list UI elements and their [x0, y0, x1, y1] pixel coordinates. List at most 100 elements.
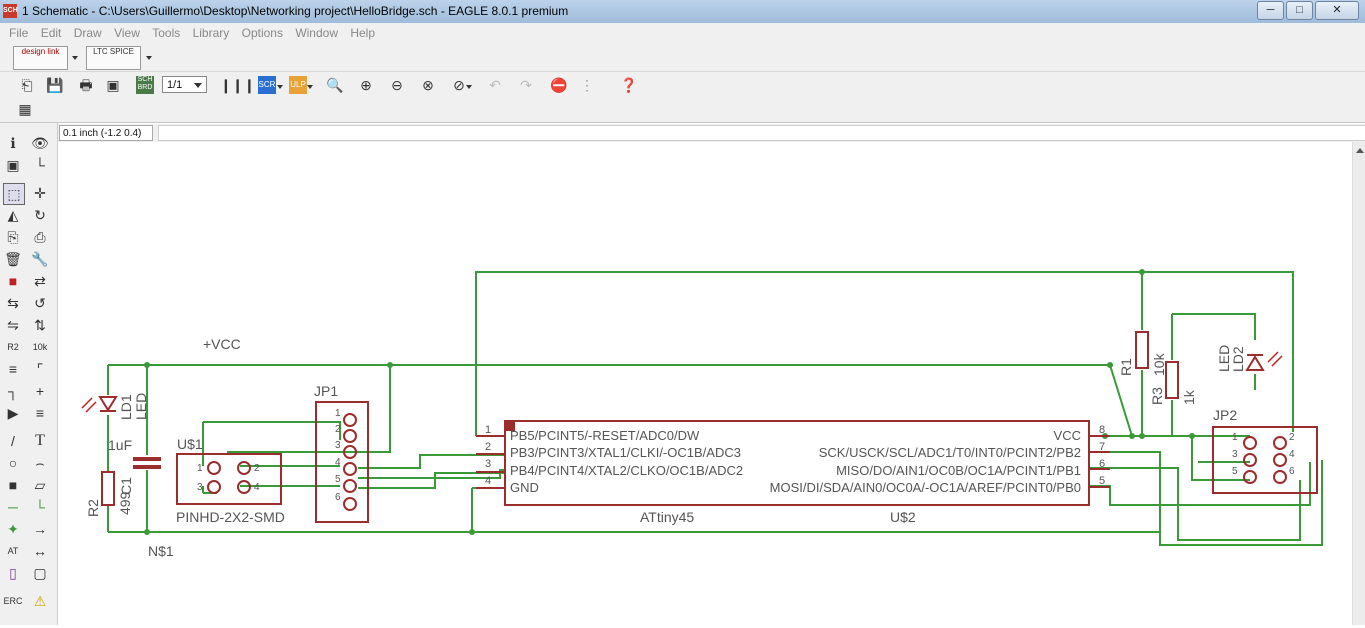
minimize-button[interactable]: ─	[1257, 1, 1284, 20]
capacitor-c1[interactable]: 1uF C1	[108, 437, 161, 495]
resistor-r1[interactable]: R1 10k	[1118, 331, 1167, 376]
vertical-scrollbar[interactable]	[1352, 142, 1365, 625]
pin-swap-icon[interactable]: ⇅	[30, 315, 50, 335]
maximize-button[interactable]: □	[1286, 1, 1313, 20]
bus-icon[interactable]: └	[30, 497, 50, 517]
line-icon[interactable]: /	[3, 431, 23, 451]
info-icon[interactable]: ℹ	[3, 133, 23, 153]
split-icon[interactable]: ⇆	[3, 293, 23, 313]
help-icon[interactable]: ❓	[620, 76, 638, 94]
erc-icon[interactable]: ERC	[3, 591, 23, 611]
menu-draw[interactable]: Draw	[65, 23, 102, 43]
designlink-button[interactable]: design link	[13, 46, 68, 70]
rect-icon[interactable]: ■	[3, 475, 23, 495]
polygon-icon[interactable]: ▱	[30, 475, 50, 495]
net-u1-to-vcc[interactable]	[227, 365, 391, 453]
split-wire-icon[interactable]: ┐	[3, 381, 23, 401]
mark-icon[interactable]: └	[30, 155, 50, 175]
select-icon[interactable]: ⬚	[3, 183, 25, 205]
add-part-icon[interactable]: ■	[3, 271, 23, 291]
schematic-drawing[interactable]: +VCC N$1 LD1 LED R2 499 1uF C1 U$1 1 3 2…	[58, 142, 1352, 625]
ulp-dropdown-icon[interactable]	[307, 85, 313, 89]
ripup-icon[interactable]: ≡	[30, 403, 50, 423]
value-icon[interactable]: 10k	[30, 337, 50, 357]
menu-help[interactable]: Help	[341, 23, 375, 43]
layers-icon[interactable]: ▣	[3, 155, 23, 175]
zoom-redraw-icon[interactable]: ⊗	[419, 76, 437, 94]
junction-icon[interactable]: ✦	[3, 519, 23, 539]
script-dropdown-icon[interactable]	[277, 85, 283, 89]
group-icon[interactable]: ▢	[30, 563, 50, 583]
wrench-icon[interactable]: 🔧	[30, 249, 50, 269]
net-jp2-5[interactable]	[1191, 436, 1250, 481]
name-icon[interactable]: R2	[3, 337, 23, 357]
optimize-icon[interactable]: +	[30, 381, 50, 401]
net-reset[interactable]	[475, 271, 1294, 436]
ltspice-dropdown-icon[interactable]	[146, 56, 152, 60]
zoom-in-icon[interactable]: ⊕	[357, 76, 375, 94]
schematic-canvas[interactable]: +VCC N$1 LD1 LED R2 499 1uF C1 U$1 1 3 2…	[58, 142, 1352, 625]
net-jp1-5[interactable]	[358, 472, 505, 489]
sch-brd-switch-icon[interactable]: SCH BRD	[136, 76, 154, 94]
replace-icon[interactable]: ⇄	[30, 271, 50, 291]
net-gnd-pin4[interactable]	[471, 487, 505, 532]
route-icon[interactable]: ▶	[3, 403, 23, 423]
ltspice-button[interactable]: LTC SPICE	[86, 46, 141, 70]
designlink-dropdown-icon[interactable]	[72, 56, 78, 60]
ulp-icon[interactable]: ULP	[289, 76, 307, 94]
circle-icon[interactable]: ○	[3, 453, 23, 473]
rotate-icon[interactable]: ↻	[30, 205, 50, 225]
zoom-dropdown-icon[interactable]	[466, 85, 472, 89]
junction-dot	[1139, 433, 1145, 439]
smash-icon[interactable]: ≡	[3, 359, 23, 379]
zoom-fit-icon[interactable]: 🔍	[326, 76, 344, 94]
grid-icon[interactable]: ▦	[16, 100, 34, 118]
invoke-icon[interactable]: ↺	[30, 293, 50, 313]
arc-icon[interactable]: ⌢	[30, 453, 50, 473]
menu-edit[interactable]: Edit	[32, 23, 62, 43]
warning-icon[interactable]: ⚠	[30, 591, 50, 611]
redo-icon[interactable]: ↷	[517, 76, 535, 94]
close-button[interactable]: ✕	[1315, 1, 1359, 20]
dimension-icon[interactable]: ↔	[30, 541, 50, 561]
menu-window[interactable]: Window	[286, 23, 338, 43]
led-ld1[interactable]: LD1 LED	[81, 393, 149, 420]
command-line-input[interactable]	[158, 125, 1365, 141]
gate-swap-icon[interactable]: ⇋	[3, 315, 23, 335]
menu-file[interactable]: File	[0, 23, 28, 43]
frame-icon[interactable]: ▯	[3, 563, 23, 583]
label-icon[interactable]: →	[30, 519, 50, 539]
net-icon[interactable]: ─	[3, 497, 23, 517]
menu-view[interactable]: View	[105, 23, 140, 43]
menu-options[interactable]: Options	[233, 23, 283, 43]
ic-attiny45[interactable]: 1 2 3 4 PB5/PCINT5/-RESET/ADC0/DW PB3/PC…	[476, 420, 1110, 525]
sheets-icon[interactable]: ❙❙❙	[220, 76, 255, 94]
move-icon[interactable]: ✛	[30, 183, 50, 203]
zoom-out-icon[interactable]: ⊖	[388, 76, 406, 94]
net-u1-1[interactable]	[202, 421, 341, 466]
mirror-icon[interactable]: ◭	[3, 205, 23, 225]
header-u1[interactable]: U$1 1 3 2 4 PINHD-2X2-SMD	[176, 436, 285, 525]
show-icon[interactable]: 👁	[30, 133, 50, 153]
paste-icon[interactable]: ⎙	[30, 227, 50, 247]
scroll-up-icon[interactable]	[1356, 148, 1364, 153]
text-icon[interactable]: T	[30, 431, 50, 451]
copy-icon[interactable]: ⎘	[3, 227, 23, 247]
menu-library[interactable]: Library	[184, 23, 230, 43]
attiny-pin-number: 4	[485, 475, 491, 487]
attribute-icon[interactable]: AT	[3, 541, 23, 561]
open-icon[interactable]: ⎗	[18, 76, 36, 94]
stop-icon[interactable]: ⛔	[550, 76, 568, 94]
script-icon[interactable]: SCR	[258, 76, 276, 94]
undo-icon[interactable]: ↶	[486, 76, 504, 94]
delete-icon[interactable]: 🗑	[3, 249, 23, 269]
miter-icon[interactable]: ⌜	[30, 359, 50, 379]
cam-icon[interactable]: ▣	[104, 76, 122, 94]
go-icon[interactable]: ⋮	[578, 76, 596, 94]
menu-tools[interactable]: Tools	[143, 23, 180, 43]
sheet-select[interactable]: 1/1	[162, 76, 207, 93]
led-ld2[interactable]: LED LD2	[1216, 345, 1283, 372]
net-jp1-3[interactable]	[358, 454, 505, 469]
print-icon[interactable]: 🖶	[77, 76, 95, 94]
save-icon[interactable]: 💾	[46, 76, 64, 94]
